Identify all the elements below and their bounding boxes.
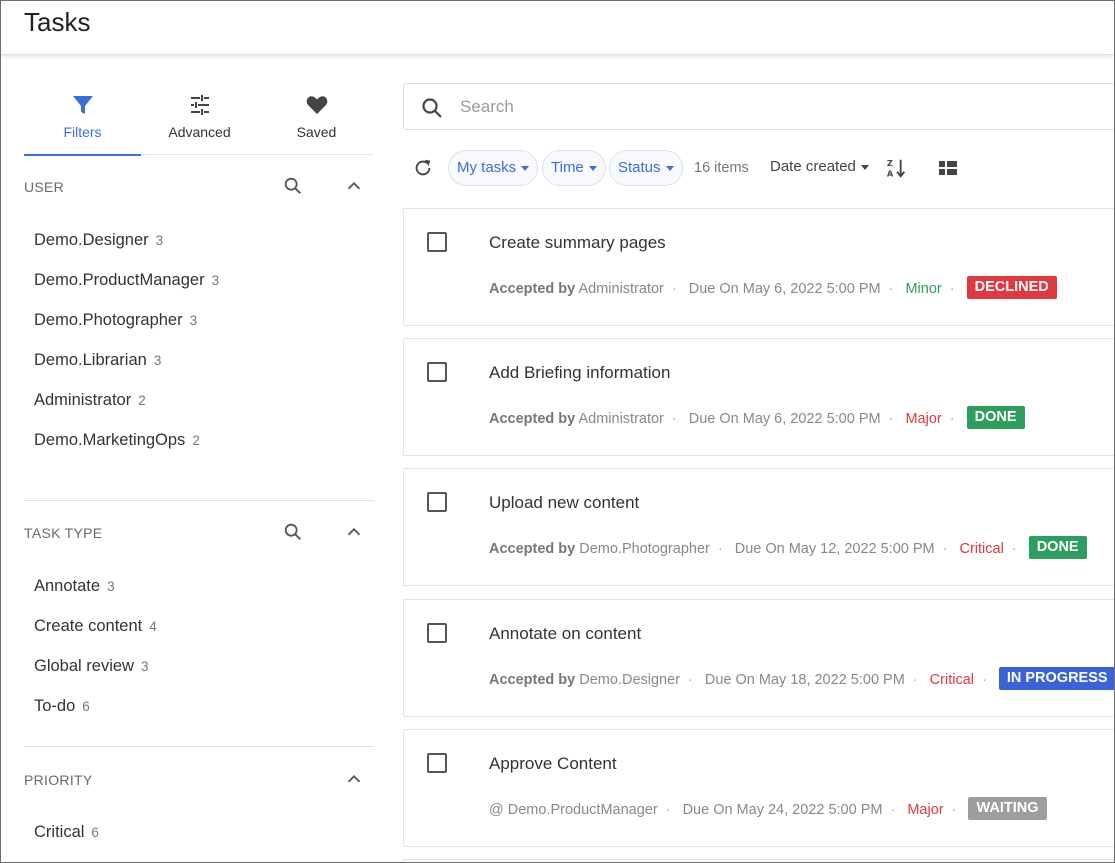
task-checkbox[interactable] [427,753,447,773]
task-title[interactable]: Approve Content [489,754,617,774]
facet-item[interactable]: Demo.Librarian 3 [24,340,374,380]
task-assignee: Administrator [578,280,664,297]
tab-saved-label: Saved [296,124,337,140]
search-input[interactable] [460,94,1060,120]
section-title: USER [24,179,65,195]
search-bar [403,83,1114,130]
chevron-up-icon[interactable] [343,175,365,197]
app-window: Tasks Filters Advanced Saved USER Demo.D… [0,0,1115,863]
facet-item[interactable]: Global review 3 [24,646,374,686]
task-card[interactable]: Add Briefing information Accepted by Adm… [403,338,1114,456]
task-checkbox[interactable] [427,362,447,382]
task-assignee: Demo.Designer [579,671,681,688]
page-title: Tasks [24,7,91,37]
heart-icon [306,96,327,114]
tab-filters-label: Filters [63,124,102,140]
task-priority: Major [907,801,944,818]
task-priority: Critical [929,671,974,688]
task-due-date: Due On May 6, 2022 5:00 PM [688,280,881,297]
caret-down-icon [860,164,869,170]
section-title: PRIORITY [24,772,93,788]
section-title: TASK TYPE [24,525,103,541]
tab-advanced-label: Advanced [168,124,231,140]
section-header: USER [24,167,374,207]
task-priority: Minor [905,280,942,297]
status-badge: WAITING [968,797,1047,820]
task-checkbox[interactable] [427,232,447,252]
task-meta: Accepted by Demo.Designer · Due On May 18… [489,667,1114,690]
task-title[interactable]: Upload new content [489,493,639,513]
task-priority: Major [905,410,942,427]
facet-item[interactable]: Demo.Designer 3 [24,220,374,260]
my-tasks-filter-chip[interactable]: My tasks [448,150,539,186]
facet-item[interactable]: To-do 6 [24,686,374,726]
task-checkbox[interactable] [427,623,447,643]
task-due-date: Due On May 18, 2022 5:00 PM [704,671,905,688]
search-icon[interactable] [282,521,304,543]
task-due-date: Due On May 12, 2022 5:00 PM [734,540,935,557]
section-header: TASK TYPE [24,513,374,553]
status-badge: DONE [966,406,1025,429]
filter-section-user: USER Demo.Designer 3 Demo.ProductManager 3… [24,155,374,460]
task-assignee: Administrator [578,410,664,427]
section-header: PRIORITY [24,760,374,800]
status-badge: IN PROGRESS [998,667,1114,690]
status-badge: DONE [1028,536,1087,559]
task-title[interactable]: Annotate on content [489,624,641,644]
task-card[interactable]: Approve Content @ Demo.ProductManager · D… [403,729,1114,847]
time-filter-chip[interactable]: Time [542,150,606,186]
chevron-up-icon[interactable] [343,768,365,790]
tab-advanced[interactable]: Advanced [141,91,258,155]
facet-item[interactable]: Administrator 2 [24,380,374,420]
status-badge: DECLINED [966,276,1057,299]
facet-item[interactable]: Annotate 3 [24,566,374,606]
task-card[interactable]: Create summary pages Accepted by Adminis… [403,208,1114,326]
task-card[interactable] [403,859,1114,862]
task-card[interactable]: Upload new content Accepted by Demo.Phot… [403,468,1114,586]
task-assignee: Demo.Photographer [579,540,710,557]
task-checkbox[interactable] [427,492,447,512]
svg-text:A: A [887,168,894,178]
filter-section-task-type: TASK TYPE Annotate 3 Create content 4 Glob… [24,501,374,726]
task-meta: Accepted by Demo.Photographer · Due On Ma… [489,536,1087,559]
task-priority: Critical [959,540,1004,557]
filter-section-priority: PRIORITY Critical 6 [24,747,374,852]
caret-down-icon [588,165,597,171]
sliders-icon [190,95,209,115]
page-header: Tasks [1,1,1114,55]
facet-item[interactable]: Demo.Photographer 3 [24,300,374,340]
refresh-icon[interactable] [412,157,434,179]
status-filter-chip[interactable]: Status [609,150,683,186]
facet-item[interactable]: Demo.MarketingOps 2 [24,420,374,460]
task-title[interactable]: Create summary pages [489,233,666,253]
task-meta: Accepted by Administrator · Due On May 6,… [489,276,1057,299]
tab-saved[interactable]: Saved [258,91,375,155]
task-due-date: Due On May 6, 2022 5:00 PM [688,410,881,427]
task-meta: @ Demo.ProductManager · Due On May 24, 20… [489,797,1047,820]
sort-by-dropdown[interactable]: Date created [770,158,869,175]
task-card[interactable]: Annotate on content Accepted by Demo.Des… [403,599,1114,717]
tab-filters[interactable]: Filters [24,91,141,156]
grid-view-icon[interactable] [937,158,959,178]
chevron-up-icon[interactable] [343,521,365,543]
filter-sidebar: Filters Advanced Saved USER Demo.Designe… [24,55,375,862]
sort-direction-icon[interactable]: Z A [886,157,908,179]
facet-item[interactable]: Create content 4 [24,606,374,646]
caret-down-icon [521,165,530,171]
caret-down-icon [665,165,674,171]
task-meta: Accepted by Administrator · Due On May 6,… [489,406,1025,429]
facet-item[interactable]: Critical 6 [24,812,374,852]
search-icon [422,98,442,118]
task-due-date: Due On May 24, 2022 5:00 PM [682,801,883,818]
task-title[interactable]: Add Briefing information [489,363,670,383]
facet-item[interactable]: Demo.ProductManager 3 [24,260,374,300]
search-icon[interactable] [282,175,304,197]
results-toolbar: My tasks Time Status 16 items Date creat… [403,149,1114,187]
items-count: 16 items [694,160,749,176]
svg-text:Z: Z [887,158,893,168]
sidebar-tabs: Filters Advanced Saved [24,91,375,156]
funnel-icon [72,96,93,114]
task-assignee: Demo.ProductManager [507,801,658,818]
